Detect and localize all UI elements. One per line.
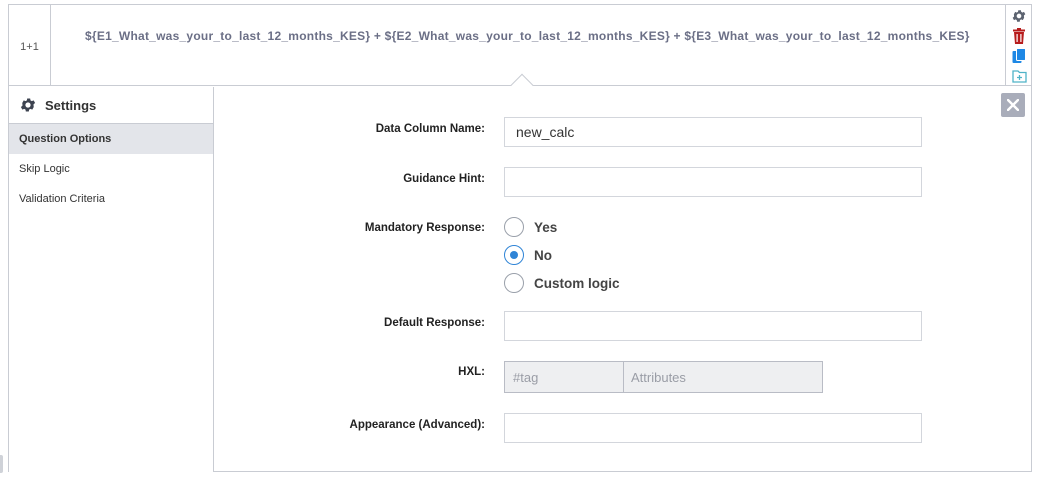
hxl-label: HXL:: [458, 366, 485, 378]
default-response-label: Default Response:: [384, 317, 485, 329]
close-settings-button[interactable]: [1001, 93, 1025, 117]
default-response-input[interactable]: [504, 311, 922, 341]
tab-question-options[interactable]: Question Options: [9, 124, 213, 154]
delete-button[interactable]: [1010, 27, 1028, 45]
guidance-hint-input[interactable]: [504, 167, 922, 197]
settings-header: Settings: [9, 87, 213, 124]
data-column-name-input[interactable]: [504, 117, 922, 147]
appearance-input[interactable]: [504, 413, 922, 443]
data-column-name-label: Data Column Name:: [375, 123, 485, 135]
mandatory-option-yes[interactable]: Yes: [504, 217, 557, 237]
row-actions: [1005, 5, 1031, 86]
question-header: 1+1 ${E1_What_was_your_to_last_12_months…: [9, 5, 1031, 97]
radio-label-custom-logic: Custom logic: [534, 275, 620, 291]
hxl-tag-input[interactable]: #tag: [504, 361, 624, 393]
settings-title: Settings: [45, 97, 97, 113]
mandatory-option-no[interactable]: No: [504, 245, 552, 265]
settings-content: Data Column Name: Guidance Hint: Mandato…: [215, 87, 1031, 472]
hxl-attributes-input[interactable]: Attributes: [623, 361, 823, 393]
tab-validation-criteria[interactable]: Validation Criteria: [9, 184, 213, 214]
guidance-hint-label: Guidance Hint:: [403, 173, 485, 185]
settings-sidebar: Settings Question Options Skip Logic Val…: [9, 87, 214, 472]
radio-label-yes: Yes: [534, 219, 558, 235]
radio-label-no: No: [534, 247, 552, 263]
question-type-label: 1+1: [9, 5, 51, 86]
question-row: 1+1 ${E1_What_was_your_to_last_12_months…: [8, 4, 1032, 472]
duplicate-icon: [1012, 47, 1026, 63]
settings-gear-button[interactable]: [1010, 7, 1028, 25]
close-icon: [1007, 99, 1019, 111]
mandatory-response-label: Mandatory Response:: [364, 222, 485, 234]
radio-button[interactable]: [504, 217, 524, 237]
duplicate-button[interactable]: [1010, 47, 1028, 65]
settings-panel: Settings Question Options Skip Logic Val…: [9, 87, 1031, 472]
radio-button[interactable]: [504, 273, 524, 293]
gear-icon: [1012, 10, 1026, 22]
appearance-label: Appearance (Advanced):: [349, 419, 485, 431]
page-edge-handle: [0, 455, 3, 473]
trash-icon: [1013, 28, 1025, 44]
add-to-library-icon: [1011, 69, 1027, 83]
question-label[interactable]: ${E1_What_was_your_to_last_12_months_KES…: [85, 29, 970, 43]
gear-icon: [20, 98, 36, 112]
radio-button-selected[interactable]: [504, 245, 524, 265]
mandatory-option-custom-logic[interactable]: Custom logic: [504, 273, 620, 293]
tab-skip-logic[interactable]: Skip Logic: [9, 154, 213, 184]
add-to-library-button[interactable]: [1010, 67, 1028, 85]
